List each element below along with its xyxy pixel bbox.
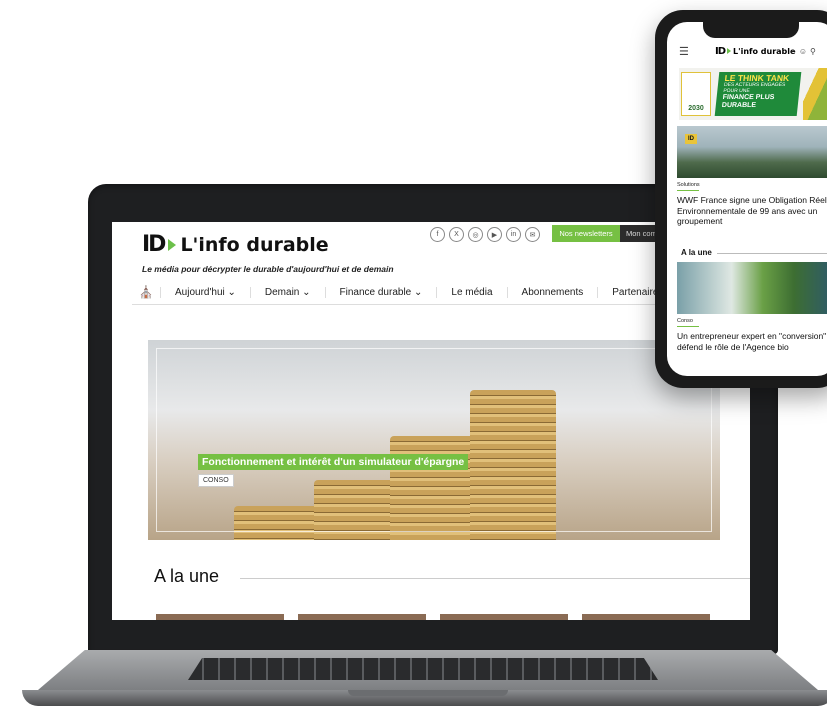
id-badge-icon: ID: [685, 134, 697, 144]
article1-category[interactable]: Solutions: [677, 182, 700, 188]
banner-green-panel: LE THINK TANK DES ACTEURS ENGAGÉS POUR U…: [714, 72, 802, 116]
hero-title[interactable]: Fonctionnement et intérêt d'un simulateu…: [198, 454, 469, 470]
menu-icon[interactable]: ☰: [679, 45, 689, 58]
section-divider: [240, 578, 750, 579]
phone-notch: [703, 22, 799, 38]
laptop-opening-notch: [348, 690, 508, 696]
phone-logo-text: L'info durable: [733, 46, 796, 56]
banner-2030-badge: 2030: [681, 72, 711, 116]
user-icon[interactable]: ☺: [799, 47, 810, 56]
phone-header-icons: ○☺⚲: [791, 47, 819, 56]
laptop-keyboard: [188, 658, 658, 680]
instagram-icon[interactable]: ◎: [468, 227, 483, 242]
lock-icon[interactable]: ○: [791, 47, 799, 56]
category-underline: [677, 190, 699, 191]
home-icon[interactable]: ⛪: [132, 285, 160, 299]
logo-text: L'info durable: [180, 233, 329, 256]
banner-stripe: [803, 68, 827, 120]
hero-article-card[interactable]: Fonctionnement et intérêt d'un simulateu…: [148, 340, 720, 540]
section-title: A la une: [154, 566, 220, 586]
article-thumbnail[interactable]: [582, 614, 710, 620]
logo-triangle-icon: [168, 238, 177, 251]
youtube-icon[interactable]: ▶: [487, 227, 502, 242]
facebook-icon[interactable]: f: [430, 227, 445, 242]
hero-category-tag[interactable]: CONSO: [198, 474, 234, 487]
nav-item-abonnements[interactable]: Abonnements: [506, 286, 598, 298]
logo-triangle-icon: [727, 48, 732, 54]
phone-site-logo[interactable]: ID L'info durable: [715, 46, 795, 57]
article-thumbnail[interactable]: [156, 614, 284, 620]
phone-section-divider: [717, 253, 827, 254]
site-tagline: Le média pour décrypter le durable d'auj…: [142, 264, 394, 274]
laptop-base: [18, 650, 827, 710]
social-links: f X ◎ ▶ in ✉: [430, 227, 540, 242]
search-icon[interactable]: ⚲: [810, 47, 819, 56]
newsletter-button[interactable]: Nos newsletters: [552, 225, 620, 242]
linkedin-icon[interactable]: in: [506, 227, 521, 242]
email-icon[interactable]: ✉: [525, 227, 540, 242]
nav-item-aujourdhui[interactable]: Aujourd'hui ⌄: [160, 286, 250, 298]
article2-category[interactable]: Conso: [677, 318, 693, 324]
logo-mark: ID: [142, 232, 166, 257]
category-underline: [677, 326, 699, 327]
article-thumbnail[interactable]: [298, 614, 426, 620]
nav-item-demain[interactable]: Demain ⌄: [249, 286, 325, 298]
phone-section-title: A la une: [681, 248, 712, 257]
article2-title[interactable]: Un entrepreneur expert en "conversion" d…: [677, 331, 827, 352]
phone-header: ☰ ID L'info durable ○☺⚲: [667, 40, 827, 62]
nav-item-finance-durable[interactable]: Finance durable ⌄: [324, 286, 437, 298]
phone-logo-mark: ID: [715, 45, 726, 57]
site-logo[interactable]: ID L'info durable: [142, 232, 329, 257]
x-twitter-icon[interactable]: X: [449, 227, 464, 242]
hero-frame: [156, 348, 712, 532]
article-thumbnails: [156, 614, 710, 620]
article-image-vegetables[interactable]: [677, 262, 827, 314]
article-image-forest[interactable]: [677, 126, 827, 178]
banner-line2: DES ACTEURS ENGAGÉS POUR UNE: [723, 82, 786, 94]
nav-item-le-media[interactable]: Le média: [436, 286, 506, 298]
article-thumbnail[interactable]: [440, 614, 568, 620]
banner-line3: FINANCE PLUS DURABLE: [721, 94, 775, 109]
article1-title[interactable]: WWF France signe une Obligation Réelle E…: [677, 195, 827, 227]
ad-banner[interactable]: 2030 LE THINK TANK DES ACTEURS ENGAGÉS P…: [679, 68, 827, 120]
phone-screen: ☰ ID L'info durable ○☺⚲ 2030 LE THINK TA…: [667, 22, 827, 376]
